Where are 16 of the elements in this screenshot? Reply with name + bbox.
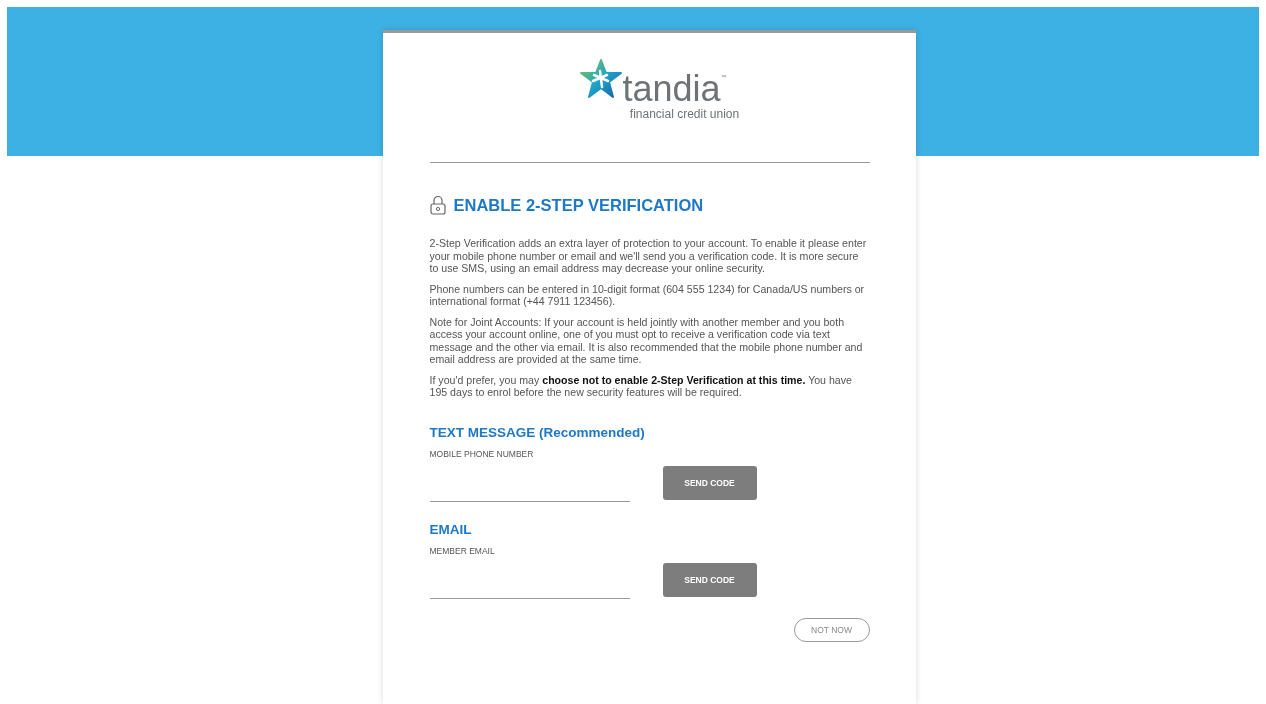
send-code-button[interactable]: SEND CODE — [662, 562, 757, 597]
star-logo-icon — [580, 59, 623, 99]
field-label: MEMBER EMAIL — [429, 545, 496, 556]
brand-tagline: financial credit union — [629, 107, 740, 121]
body-paragraph: If you'd prefer, you may choose not to enable 2-Step Verification at this time. You have 195 days to enrol before the new security features will be required. — [429, 373, 853, 399]
section-heading: TEXT MESSAGE (Recommended) — [429, 424, 646, 440]
body-paragraph: Phone numbers can be entered in 10-digit format (604 555 1234) for Canada/US numbers or international format (+44 7911 123456). — [429, 282, 866, 308]
page-title: ENABLE 2-STEP VERIFICATION — [453, 195, 704, 215]
padlock-icon — [429, 195, 446, 215]
brand-name: tandia — [622, 73, 721, 105]
field-label: MOBILE PHONE NUMBER — [429, 448, 535, 459]
not-now-button[interactable]: NOT NOW — [793, 617, 870, 642]
body-paragraph: Note for Joint Accounts: If your account is held jointly with another member and you both access your account online, one of you must opt to receive a verification code via text message and the other via email. It is also recommended that the mobile phone number and email address are provided at the same time. — [429, 315, 864, 366]
section-heading: EMAIL — [429, 521, 473, 537]
body-paragraph: 2-Step Verification adds an extra layer of protection to your account. To enable it please enter your mobile phone number or email and we'll send you a verification code. It is more secure to use SMS, using an email address may decrease your online security. — [429, 237, 868, 275]
send-code-button[interactable]: SEND CODE — [662, 465, 757, 500]
